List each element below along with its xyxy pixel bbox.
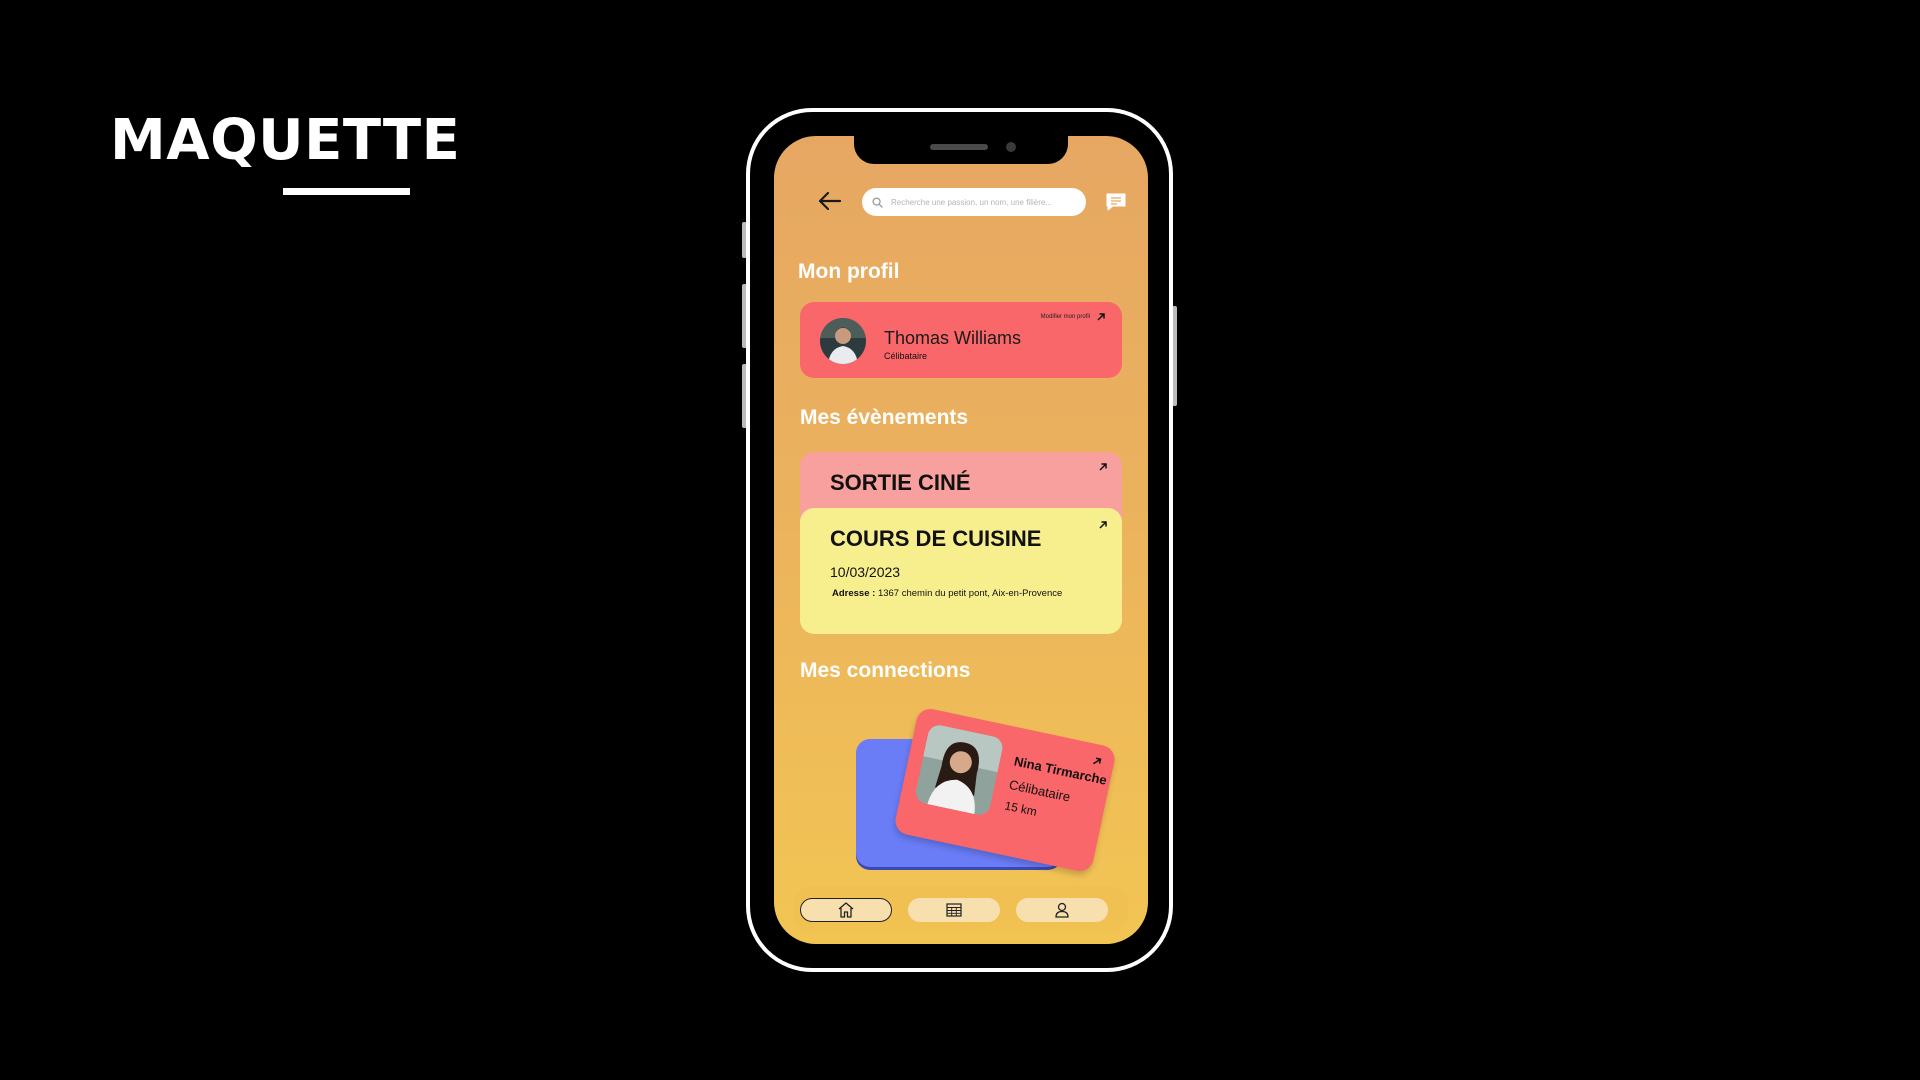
- event-date: 10/03/2023: [830, 564, 901, 580]
- profile-status: Célibataire: [884, 351, 928, 361]
- event-title: COURS DE CUISINE: [830, 526, 1042, 551]
- tab-home[interactable]: [800, 898, 892, 922]
- slide-title: MAQUETTE: [110, 108, 461, 173]
- address-label: Adresse :: [832, 588, 876, 599]
- tab-profile[interactable]: [1016, 898, 1108, 922]
- arrow-up-right-icon: [1097, 313, 1105, 321]
- profile-card[interactable]: Thomas Williams Célibataire Modifier mon…: [800, 302, 1122, 378]
- tab-bar: [794, 886, 1128, 932]
- address-value: 1367 chemin du petit pont, Aix-en-Proven…: [877, 588, 1063, 599]
- back-button[interactable]: [812, 186, 846, 216]
- app-screen: Mon profil Thomas Williams Célibataire M…: [774, 136, 1148, 944]
- title-underline: [283, 188, 410, 195]
- arrow-up-right-icon: [1099, 463, 1107, 471]
- connection-photo: [913, 723, 1005, 818]
- event-card-cuisine[interactable]: COURS DE CUISINE 10/03/2023 Adresse : 13…: [800, 508, 1122, 634]
- notch: [854, 136, 1068, 164]
- chat-icon: [1106, 193, 1126, 211]
- back-arrow-icon: [818, 191, 842, 211]
- user-icon: [1055, 902, 1069, 918]
- avatar: [820, 318, 866, 364]
- event-title: SORTIE CINÉ: [830, 470, 971, 495]
- search-icon: [872, 196, 883, 208]
- profile-section-title: Mon profil: [798, 260, 900, 283]
- calendar-icon: [946, 903, 962, 917]
- messages-button[interactable]: [1104, 190, 1128, 214]
- search-input[interactable]: [889, 196, 1073, 208]
- edit-profile-link[interactable]: Modifier mon profil: [1041, 314, 1090, 320]
- speaker: [930, 144, 988, 150]
- profile-name: Thomas Williams: [884, 328, 1022, 348]
- camera: [1006, 142, 1016, 152]
- connection-distance: 15 km: [1003, 798, 1039, 819]
- home-icon: [838, 902, 854, 918]
- connections-section-title: Mes connections: [800, 659, 971, 682]
- tab-calendar[interactable]: [908, 898, 1000, 922]
- events-section-title: Mes évènements: [800, 406, 969, 429]
- arrow-up-right-icon: [1092, 757, 1102, 765]
- arrow-up-right-icon: [1099, 521, 1107, 529]
- event-address: Adresse : 1367 chemin du petit pont, Aix…: [832, 588, 1062, 599]
- search-bar[interactable]: [862, 188, 1086, 216]
